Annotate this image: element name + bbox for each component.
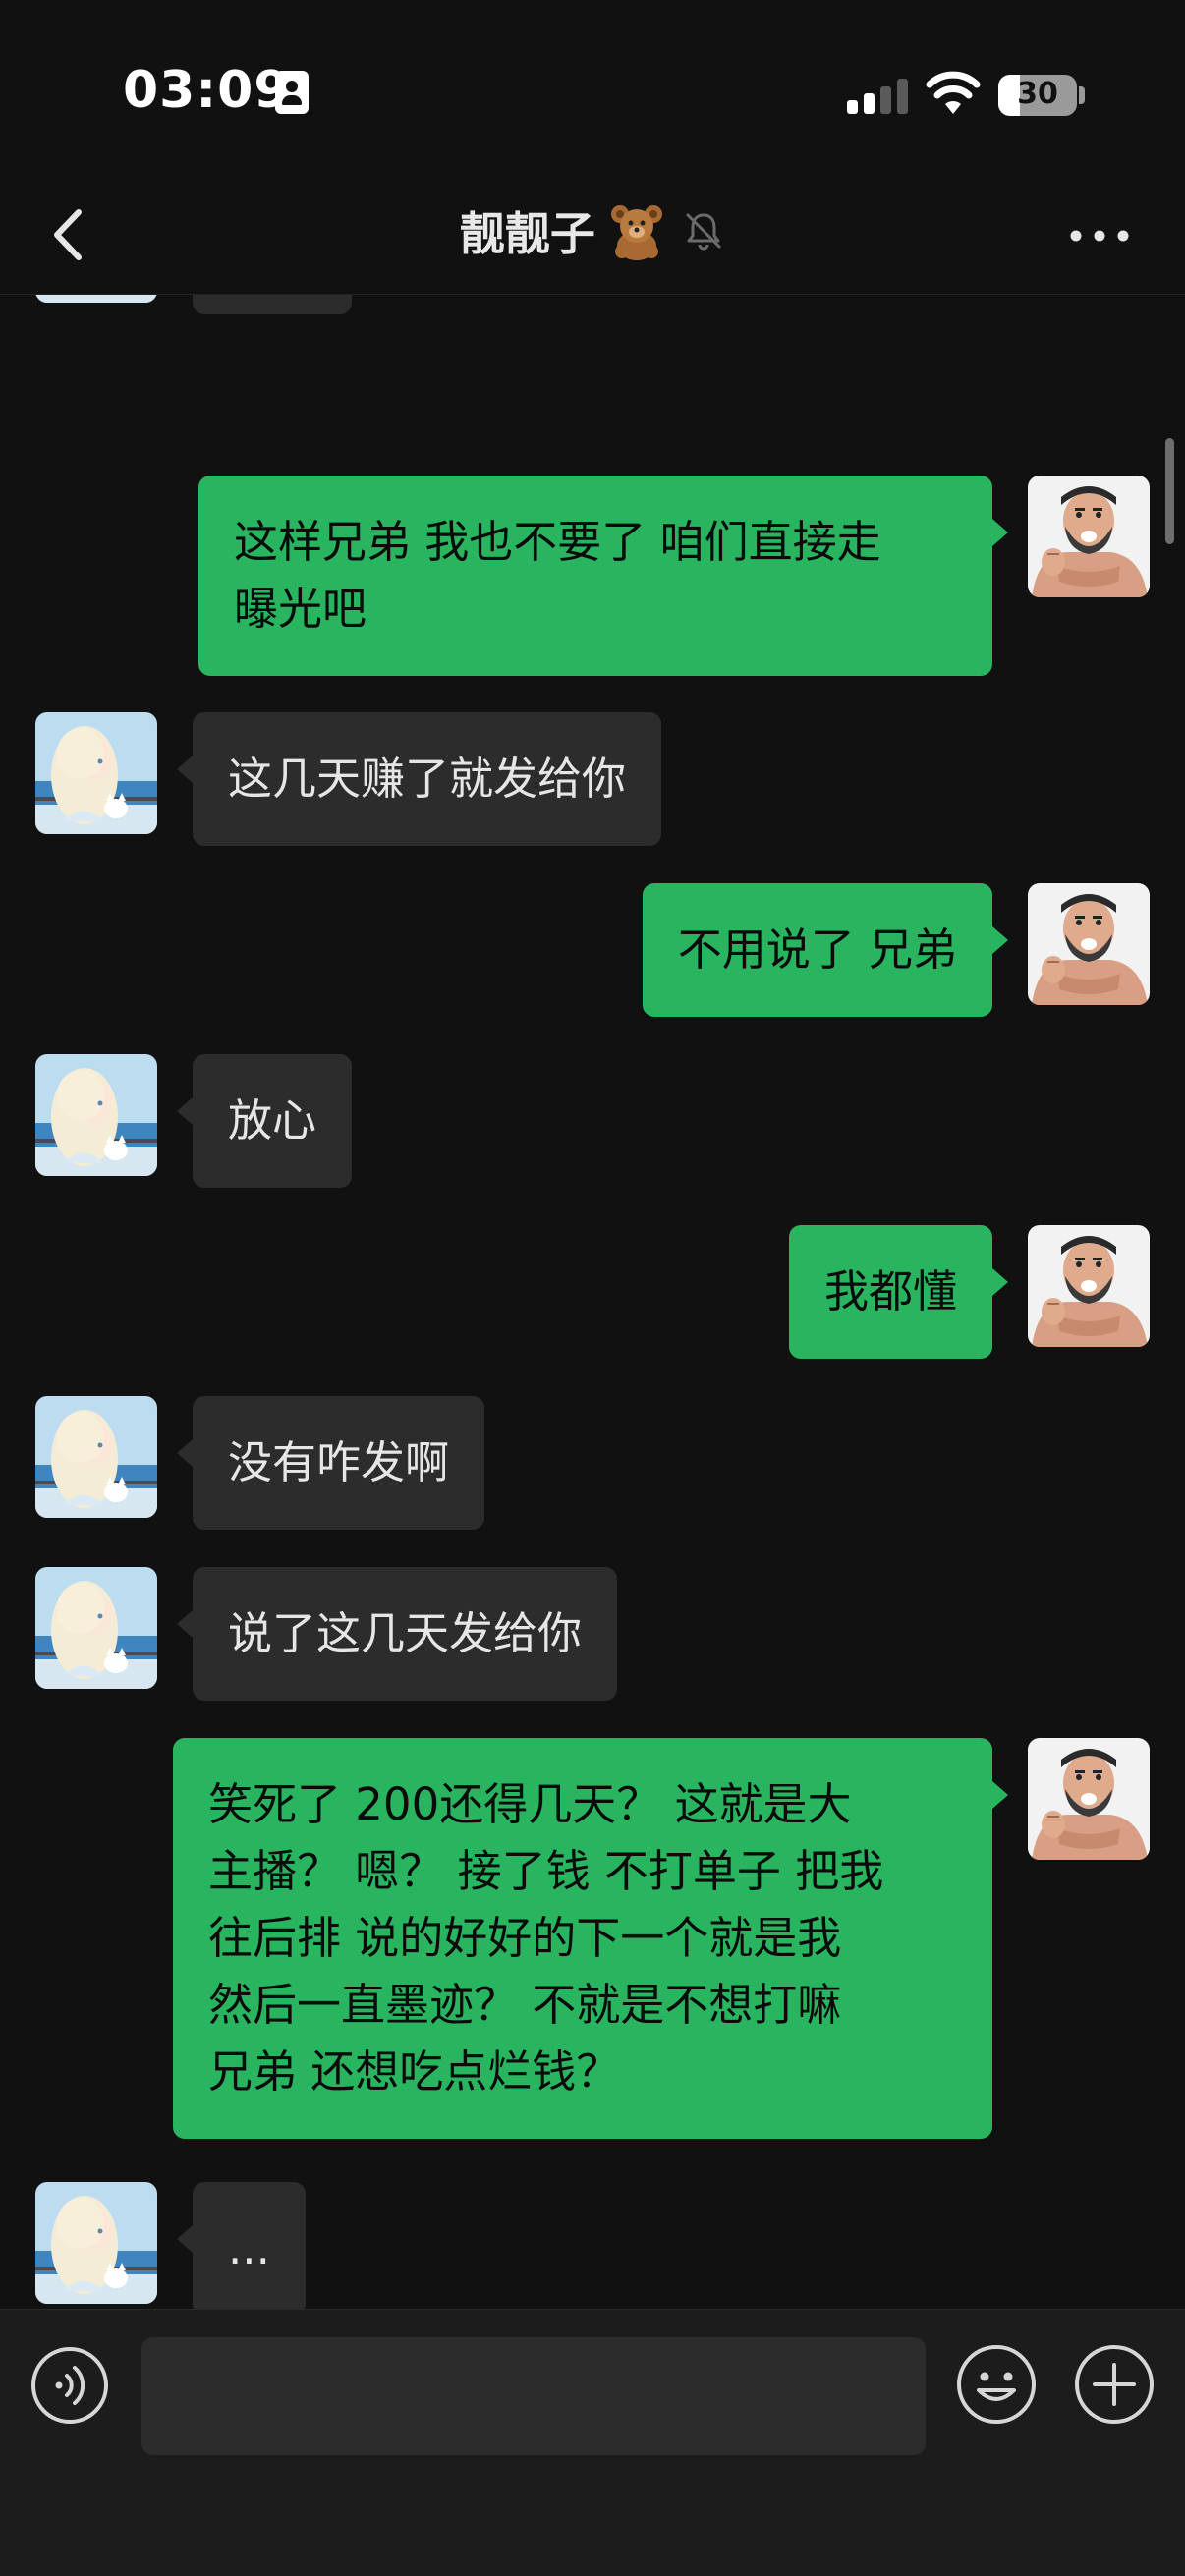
message-text-line: 笑死了 200还得几天？ 这就是大	[208, 1778, 852, 1830]
incoming-message-bubble[interactable]: ...	[177, 2182, 306, 2309]
contact-avatar[interactable]	[35, 1567, 157, 1689]
contact-name: 靓靓子	[459, 207, 595, 260]
contact-avatar[interactable]	[35, 1054, 157, 1176]
battery-icon: 30	[998, 75, 1077, 116]
my-avatar[interactable]	[1028, 883, 1150, 1005]
outgoing-message-bubble[interactable]: 不用说了 兄弟	[642, 883, 1009, 1017]
message-text: 说了这几天发给你	[228, 1607, 583, 1659]
my-avatar[interactable]	[1028, 476, 1150, 597]
status-time: 03:09	[123, 61, 291, 120]
scroll-indicator[interactable]	[1165, 438, 1174, 544]
wifi-icon	[926, 71, 981, 114]
message-text-line: 往后排 说的好好的下一个就是我	[208, 1912, 842, 1964]
message-text-line: 主播？ 嗯？ 接了钱 不打单子 把我	[208, 1845, 884, 1897]
contact-avatar[interactable]	[35, 1396, 157, 1518]
chat-header: 靓靓子	[0, 177, 1185, 295]
message-text-line: 曝光吧	[234, 583, 367, 635]
message-text: 不用说了 兄弟	[677, 924, 957, 976]
battery-level: 30	[1017, 77, 1058, 111]
voice-input-button[interactable]	[29, 2345, 110, 2426]
contact-card-icon	[275, 71, 309, 114]
muted-bell-icon	[686, 213, 721, 251]
contact-avatar[interactable]	[35, 2182, 157, 2304]
teddy-bear-icon	[611, 205, 662, 260]
message-text: 这几天赚了就发给你	[228, 753, 627, 805]
message-text: 放心	[228, 1094, 317, 1147]
message-text-line: 这样兄弟 我也不要了 咱们直接走	[234, 516, 881, 568]
my-avatar[interactable]	[1028, 1738, 1150, 1860]
incoming-message-bubble[interactable]: 不会	[193, 295, 353, 314]
incoming-message-bubble[interactable]: 放心	[176, 1054, 353, 1188]
contact-avatar[interactable]	[35, 295, 157, 303]
battery-tip	[1079, 86, 1085, 104]
outgoing-message-bubble[interactable]: 这样兄弟 我也不要了 咱们直接走 曝光吧	[198, 476, 1008, 676]
message-text: 没有咋发啊	[228, 1436, 450, 1488]
chat-title[interactable]: 靓靓子	[0, 198, 1185, 263]
message-input[interactable]	[141, 2337, 926, 2455]
emoji-button[interactable]	[955, 2343, 1038, 2426]
more-actions-plus-button[interactable]	[1073, 2343, 1156, 2426]
message-text-line: 然后一直墨迹？ 不就是不想打嘛	[208, 1979, 842, 2031]
contact-avatar[interactable]	[35, 712, 157, 834]
message-text: ...	[228, 2222, 270, 2274]
cellular-signal-icon	[847, 79, 908, 114]
incoming-message-bubble[interactable]: 这几天赚了就发给你	[176, 712, 662, 846]
input-bar	[0, 2309, 1185, 2576]
incoming-message-bubble[interactable]: 说了这几天发给你	[176, 1567, 618, 1701]
status-bar: 03:09 30	[0, 0, 1185, 177]
more-options-button[interactable]	[1067, 214, 1132, 257]
message-text: 我都懂	[823, 1265, 957, 1317]
outgoing-message-bubble[interactable]: 笑死了 200还得几天？ 这就是大 主播？ 嗯？ 接了钱 不打单子 把我 往后排 说…	[173, 1738, 1008, 2139]
message-list[interactable]: 不会 这样兄弟 我也不要了 咱们直接走曝光吧	[0, 295, 1185, 2309]
outgoing-message-bubble[interactable]: 我都懂	[788, 1225, 1009, 1359]
my-avatar[interactable]	[1028, 1225, 1150, 1347]
message-text-line: 兄弟 还想吃点烂钱？	[208, 2045, 621, 2098]
incoming-message-bubble[interactable]: 没有咋发啊	[176, 1396, 485, 1530]
